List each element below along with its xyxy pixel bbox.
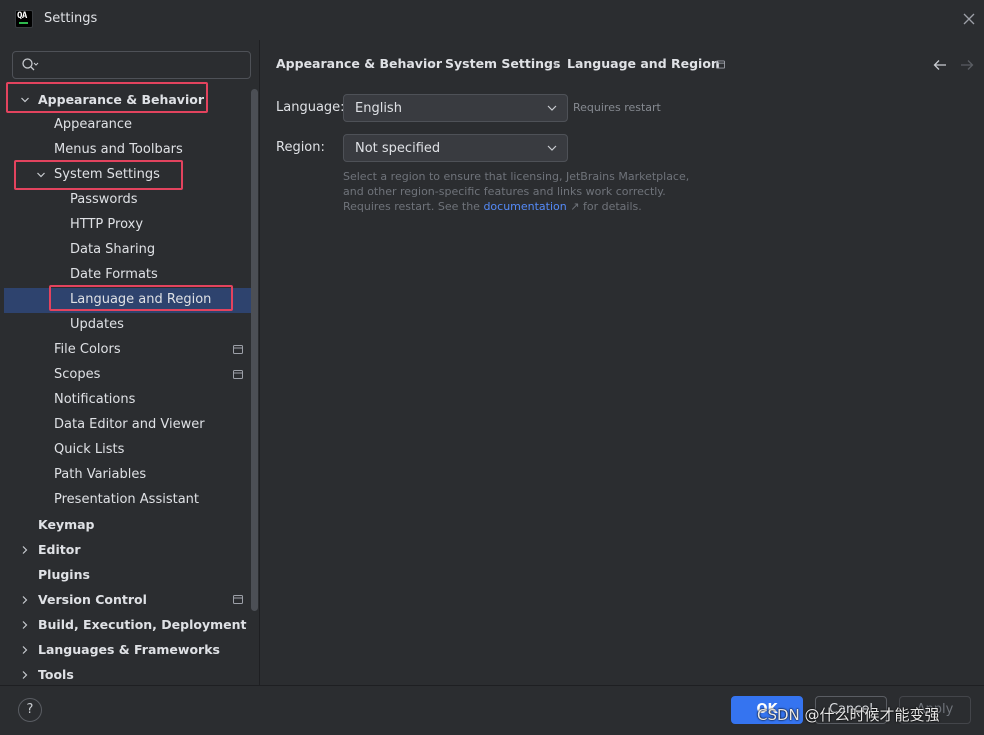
app-logo-text: QA <box>17 11 27 21</box>
tree-item-label: Editor <box>38 542 81 557</box>
apply-button[interactable]: Apply <box>899 696 971 724</box>
chevron-down-icon <box>547 145 557 151</box>
tree-item-label: Data Editor and Viewer <box>54 417 205 432</box>
documentation-link[interactable]: documentation <box>483 200 566 213</box>
tree-item-label: Date Formats <box>70 267 158 282</box>
tree-item-version-control[interactable]: Version Control <box>4 588 258 613</box>
help-button[interactable]: ? <box>18 698 42 722</box>
chevron-right-icon[interactable] <box>20 545 30 555</box>
breadcrumb-item[interactable]: Appearance & Behavior <box>276 56 442 71</box>
tree-item-label: System Settings <box>54 167 160 182</box>
project-scope-icon <box>233 595 243 604</box>
tree-item-label: Build, Execution, Deployment <box>38 617 247 632</box>
tree-item-data-editor-viewer[interactable]: Data Editor and Viewer <box>4 413 258 438</box>
app-logo-icon: QA <box>15 10 33 28</box>
tree-item-label: HTTP Proxy <box>70 217 144 232</box>
tree-item-path-variables[interactable]: Path Variables <box>4 463 258 488</box>
tree-item-presentation-assistant[interactable]: Presentation Assistant <box>4 488 258 513</box>
tree-item-label: Keymap <box>38 517 95 532</box>
requires-restart-hint: Requires restart <box>573 101 661 114</box>
chevron-down-icon[interactable] <box>36 170 46 180</box>
project-scope-icon <box>233 345 243 354</box>
tree-item-label: Appearance <box>54 117 133 132</box>
tree-item-plugins[interactable]: Plugins <box>4 563 258 588</box>
close-icon[interactable] <box>961 11 977 27</box>
breadcrumb-item[interactable]: System Settings <box>445 56 560 71</box>
tree-item-label: File Colors <box>54 342 121 357</box>
tree-item-appearance[interactable]: Appearance <box>4 113 258 138</box>
back-arrow-icon[interactable] <box>932 58 948 72</box>
tree-item-label: Passwords <box>70 192 138 207</box>
tree-item-quick-lists[interactable]: Quick Lists <box>4 438 258 463</box>
chevron-right-icon[interactable] <box>20 645 30 655</box>
tree-item-scopes[interactable]: Scopes <box>4 363 258 388</box>
tree-item-label: Updates <box>70 317 124 332</box>
chevron-right-icon[interactable] <box>20 595 30 605</box>
tree-item-file-colors[interactable]: File Colors <box>4 338 258 363</box>
tree-item-label: Path Variables <box>54 467 147 482</box>
dialog-footer: ? OK Cancel Apply CSDN @什么时候才能变强 <box>0 685 984 735</box>
chevron-down-icon <box>547 105 557 111</box>
search-icon <box>22 58 39 71</box>
region-select-value: Not specified <box>355 141 441 156</box>
region-description-tail: for details. <box>582 200 642 213</box>
tree-item-languages-frameworks[interactable]: Languages & Frameworks <box>4 638 258 663</box>
tree-item-date-formats[interactable]: Date Formats <box>4 263 258 288</box>
region-label: Region: <box>276 140 325 155</box>
language-label: Language: <box>276 100 345 115</box>
chevron-down-icon[interactable] <box>20 95 30 105</box>
tree-item-editor[interactable]: Editor <box>4 538 258 563</box>
ok-button[interactable]: OK <box>731 696 803 724</box>
search-input[interactable] <box>12 51 251 79</box>
tree-item-label: Plugins <box>38 567 90 582</box>
tree-item-build-execution-deployment[interactable]: Build, Execution, Deployment <box>4 613 258 638</box>
tree-item-notifications[interactable]: Notifications <box>4 388 258 413</box>
tree-item-menus-toolbars[interactable]: Menus and Toolbars <box>4 138 258 163</box>
region-select[interactable]: Not specified <box>343 134 568 162</box>
title-bar: QA Settings <box>0 0 984 40</box>
settings-content: Appearance & Behavior › System Settings … <box>259 40 984 685</box>
breadcrumb-item-current: Language and Region <box>567 56 720 71</box>
tree-item-system-settings[interactable]: System Settings <box>4 163 258 188</box>
tree-item-http-proxy[interactable]: HTTP Proxy <box>4 213 258 238</box>
tree-item-passwords[interactable]: Passwords <box>4 188 258 213</box>
tree-item-label: Version Control <box>38 592 147 607</box>
chevron-right-icon[interactable] <box>20 670 30 680</box>
tree-item-updates[interactable]: Updates <box>4 313 258 338</box>
region-description: Select a region to ensure that licensing… <box>343 169 705 214</box>
tree-item-label: Menus and Toolbars <box>54 142 183 157</box>
sidebar-scrollbar[interactable] <box>251 89 258 611</box>
breadcrumb-separator: › <box>430 56 435 71</box>
tree-item-label: Language and Region <box>70 292 212 307</box>
language-select-value: English <box>355 101 402 116</box>
breadcrumb-separator: › <box>553 56 558 71</box>
tree-item-data-sharing[interactable]: Data Sharing <box>4 238 258 263</box>
tree-item-keymap[interactable]: Keymap <box>4 513 258 538</box>
tree-item-tools[interactable]: Tools <box>4 663 258 685</box>
tree-item-label: Notifications <box>54 392 136 407</box>
project-scope-icon <box>716 60 725 69</box>
tree-item-label: Scopes <box>54 367 101 382</box>
tree-item-label: Quick Lists <box>54 442 125 457</box>
tree-item-label: Languages & Frameworks <box>38 642 220 657</box>
tree-item-label: Data Sharing <box>70 242 156 257</box>
tree-item-label: Tools <box>38 667 74 682</box>
tree-item-label: Presentation Assistant <box>54 492 199 507</box>
external-link-icon: ↗ <box>570 200 580 213</box>
window-title: Settings <box>44 11 98 26</box>
language-select[interactable]: English <box>343 94 568 122</box>
tree-item-language-region[interactable]: Language and Region <box>4 288 258 313</box>
settings-sidebar: Appearance & Behavior Appearance Menus a… <box>0 40 259 685</box>
forward-arrow-icon[interactable] <box>959 58 975 72</box>
project-scope-icon <box>233 370 243 379</box>
cancel-button[interactable]: Cancel <box>815 696 887 724</box>
tree-item-label: Appearance & Behavior <box>38 92 204 107</box>
tree-item-appearance-behavior[interactable]: Appearance & Behavior <box>4 88 258 113</box>
chevron-right-icon[interactable] <box>20 620 30 630</box>
